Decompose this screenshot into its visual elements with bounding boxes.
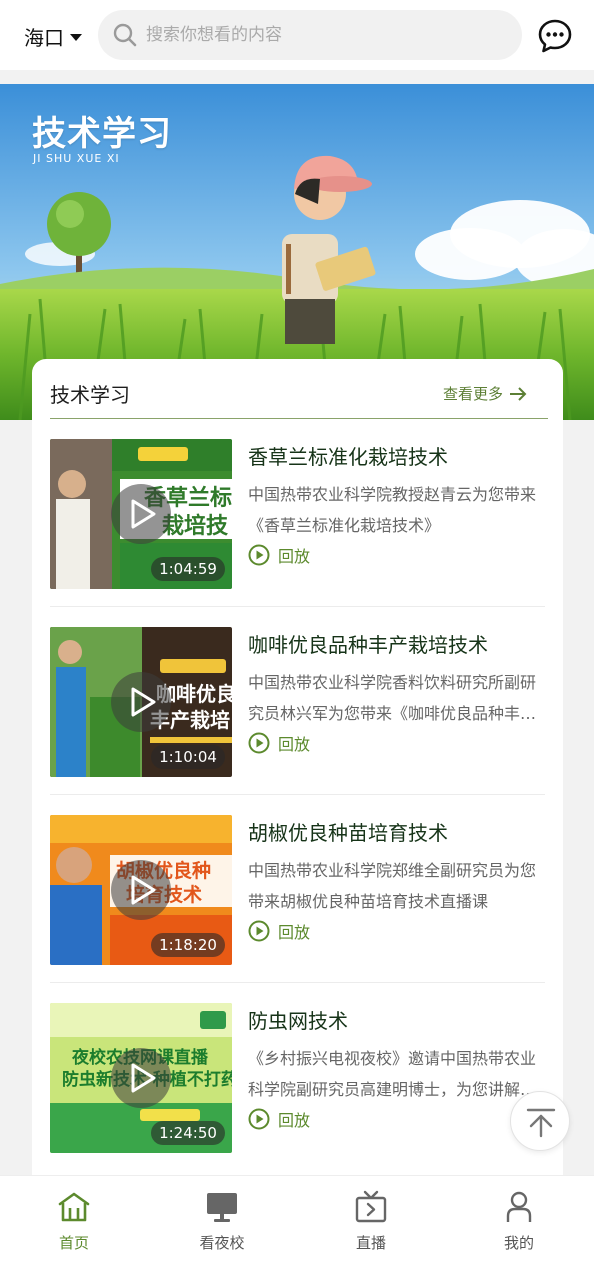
nav-home[interactable]: 首页 [24, 1190, 124, 1260]
video-title[interactable]: 胡椒优良种苗培育技术 [248, 817, 545, 846]
video-title[interactable]: 香草兰标准化栽培技术 [248, 441, 545, 470]
play-circle-icon [248, 1108, 270, 1130]
bottom-nav: 首页 看夜校 直播 我的 [0, 1175, 594, 1280]
arrow-up-icon [526, 1108, 556, 1138]
view-more-label: 查看更多 [443, 385, 504, 403]
replay-button[interactable]: 回放 [248, 1107, 310, 1131]
top-bar: 海口 [0, 0, 594, 70]
play-button-icon[interactable] [111, 484, 171, 544]
video-duration: 1:04:59 [151, 557, 225, 581]
video-thumbnail[interactable]: 夜校农技网课直播 防虫新技术 种植不打药 1:24:50 [50, 1003, 232, 1153]
replay-button[interactable]: 回放 [248, 919, 310, 943]
video-thumbnail[interactable]: 香草兰标 栽培技 1:04:59 [50, 439, 232, 589]
nav-label: 看夜校 [199, 1234, 245, 1252]
play-circle-icon [248, 544, 270, 566]
video-description: 中国热带农业科学院香料饮料研究所副研究员林兴军为您带来《咖啡优良品种丰产栽培技术… [248, 673, 537, 723]
section-header: 技术学习 查看更多 [32, 359, 563, 419]
monitor-icon [207, 1193, 237, 1222]
video-description: 《乡村振兴电视夜校》邀请中国热带农业科学院副研究员高建明博士，为您讲解防虫网技术 [248, 1049, 537, 1099]
play-button-icon[interactable] [111, 1048, 171, 1108]
nav-label: 直播 [355, 1234, 386, 1252]
search-icon [113, 23, 137, 47]
replay-label: 回放 [278, 735, 311, 754]
chat-bubble-icon[interactable] [537, 18, 573, 54]
play-button-icon[interactable] [111, 672, 171, 732]
video-item[interactable]: 胡椒优良种 培育技术 1:18:20 胡椒优良种苗培育技术 中国热带农业科学院郑… [50, 795, 545, 983]
banner-subtitle: JI SHU XUE XI [33, 152, 120, 165]
arrow-right-icon [510, 386, 527, 401]
replay-button[interactable]: 回放 [248, 543, 310, 567]
search-input[interactable] [146, 25, 486, 45]
play-circle-icon [248, 920, 270, 942]
city-selector[interactable]: 海口 [24, 22, 82, 51]
play-button-icon[interactable] [111, 860, 171, 920]
nav-label: 首页 [58, 1234, 89, 1252]
video-item[interactable]: 夜校农技网课直播 防虫新技术 种植不打药 1:24:50 防虫网技术 《乡村振兴… [50, 983, 545, 1171]
replay-label: 回放 [278, 547, 311, 566]
nav-night-school[interactable]: 看夜校 [172, 1190, 272, 1260]
video-description: 中国热带农业科学院郑维全副研究员为您带来胡椒优良种苗培育技术直播课 [248, 861, 537, 911]
home-icon [58, 1192, 90, 1222]
video-item[interactable]: 咖啡优良 丰产栽培 1:10:04 咖啡优良品种丰产栽培技术 中国热带农业科学院… [50, 607, 545, 795]
section-title: 技术学习 [50, 383, 130, 407]
nav-label: 我的 [503, 1234, 534, 1252]
video-duration: 1:18:20 [151, 933, 225, 957]
play-circle-icon [248, 732, 270, 754]
caret-down-icon [70, 34, 82, 41]
nav-live[interactable]: 直播 [321, 1190, 421, 1260]
replay-button[interactable]: 回放 [248, 731, 310, 755]
view-more-link[interactable]: 查看更多 [443, 383, 527, 404]
video-description: 中国热带农业科学院教授赵青云为您带来《香草兰标准化栽培技术》 [248, 485, 537, 535]
video-thumbnail[interactable]: 胡椒优良种 培育技术 1:18:20 [50, 815, 232, 965]
search-bar[interactable] [98, 10, 522, 60]
nav-profile[interactable]: 我的 [469, 1190, 569, 1260]
video-thumbnail[interactable]: 咖啡优良 丰产栽培 1:10:04 [50, 627, 232, 777]
video-duration: 1:10:04 [151, 745, 225, 769]
video-item[interactable]: 香草兰标 栽培技 1:04:59 香草兰标准化栽培技术 中国热带农业科学院教授赵… [50, 419, 545, 607]
user-icon [506, 1191, 532, 1222]
video-title[interactable]: 防虫网技术 [248, 1005, 545, 1034]
tv-play-icon [355, 1190, 387, 1223]
video-duration: 1:24:50 [151, 1121, 225, 1145]
back-to-top-button[interactable] [510, 1091, 570, 1151]
video-title[interactable]: 咖啡优良品种丰产栽培技术 [248, 629, 545, 658]
svg-text:栽培技: 栽培技 [162, 513, 229, 539]
city-label: 海口 [24, 26, 64, 50]
tech-learning-panel: 技术学习 查看更多 香草兰标 栽培技 1:04:59 香草兰标准化栽培技术 中国… [32, 359, 563, 1175]
replay-label: 回放 [278, 923, 311, 942]
replay-label: 回放 [278, 1111, 311, 1130]
banner-title: 技术学习 [32, 114, 172, 154]
